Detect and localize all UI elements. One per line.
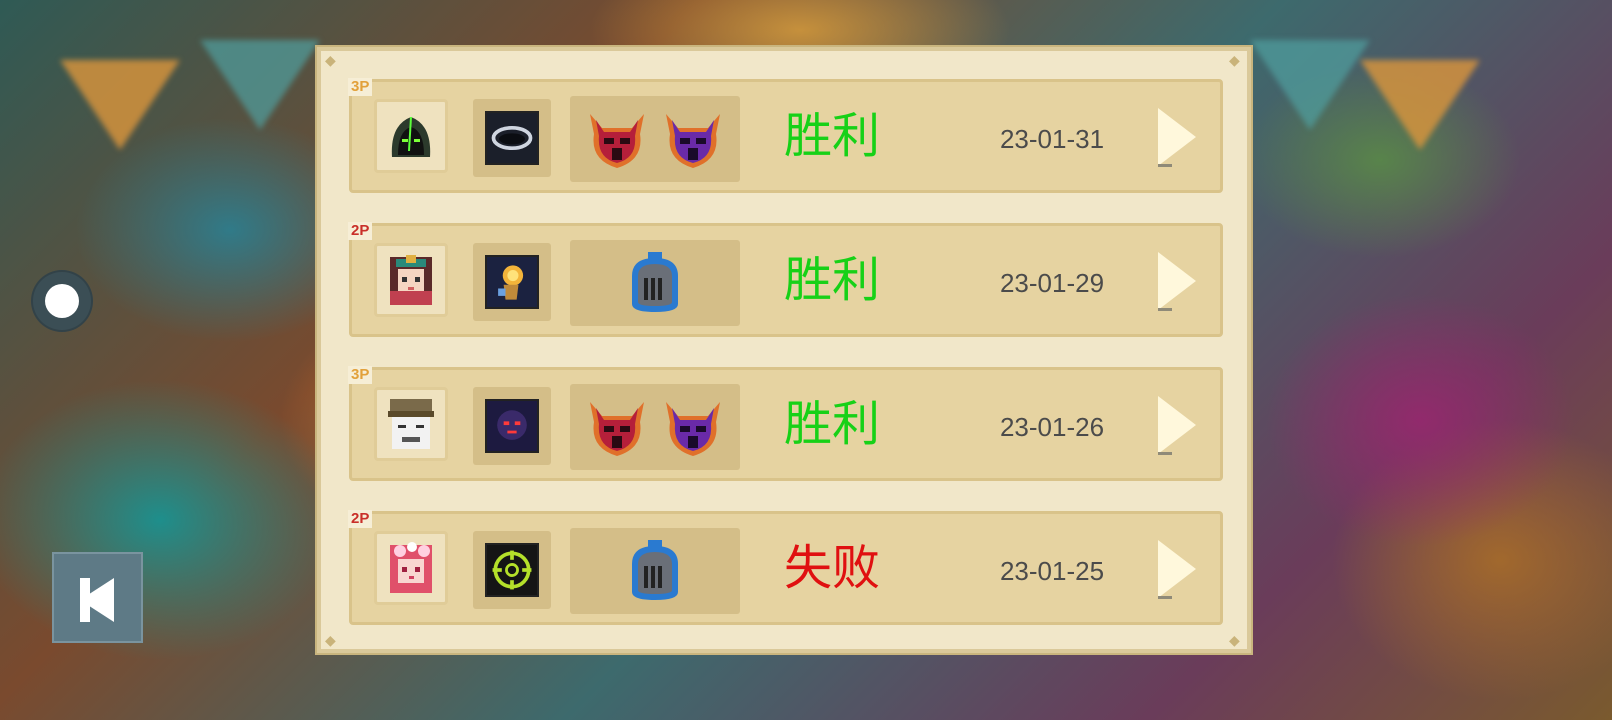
weapon-slot xyxy=(473,243,551,321)
match-record-row[interactable]: 2P 失败 23-01-25 xyxy=(348,510,1223,625)
blue-knight-helmet-icon xyxy=(632,540,678,600)
weapon-slot xyxy=(473,387,551,465)
toggle-dot-icon xyxy=(45,284,79,318)
match-date: 23-01-31 xyxy=(999,124,1105,154)
corner-ornament-icon: ◆ xyxy=(1229,52,1240,68)
boss-slot xyxy=(570,96,740,182)
purple-demon-helmet-icon xyxy=(666,114,720,168)
corner-ornament-icon: ◆ xyxy=(1229,632,1240,648)
hero-slot xyxy=(374,99,448,173)
view-detail-button[interactable] xyxy=(1158,108,1198,168)
blue-knight-helmet-icon xyxy=(632,252,678,312)
golden-torch-hand-icon xyxy=(485,255,539,309)
chevron-right-icon xyxy=(1158,252,1196,310)
player-count-badge: 3P xyxy=(348,78,373,96)
match-result: 失败 xyxy=(783,540,880,596)
match-record-row[interactable]: 2P 胜利 23-01-29 xyxy=(348,222,1223,337)
hero-slot xyxy=(374,243,448,317)
view-detail-button[interactable] xyxy=(1158,540,1198,600)
corner-ornament-icon: ◆ xyxy=(325,632,336,648)
view-detail-button[interactable] xyxy=(1158,252,1198,312)
red-demon-helmet-icon xyxy=(590,114,644,168)
weapon-slot xyxy=(473,99,551,177)
back-arrow-icon xyxy=(80,578,114,622)
boss-slot xyxy=(570,240,740,326)
match-date: 23-01-26 xyxy=(999,412,1105,442)
meme-face-hat-icon xyxy=(388,399,434,449)
player-count-badge: 2P xyxy=(348,510,373,528)
dark-ring-blade-icon xyxy=(485,111,539,165)
hero-slot xyxy=(374,387,448,461)
pink-flower-girl-icon xyxy=(390,542,432,593)
view-detail-button[interactable] xyxy=(1158,396,1198,456)
weapon-slot xyxy=(473,531,551,609)
corner-ornament-icon: ◆ xyxy=(325,52,336,68)
player-count-badge: 3P xyxy=(348,366,373,384)
priestess-girl-icon xyxy=(390,255,432,305)
chevron-right-icon xyxy=(1158,108,1196,166)
chevron-right-icon xyxy=(1158,540,1196,598)
boss-slot xyxy=(570,528,740,614)
match-record-row[interactable]: 3P 胜利 23-01-31 xyxy=(348,78,1223,193)
chevron-right-icon xyxy=(1158,396,1196,454)
red-demon-helmet-icon xyxy=(590,402,644,456)
match-date: 23-01-29 xyxy=(999,268,1105,298)
match-history-panel: ◆ ◆ ◆ ◆ 3P 胜利 23-01-31 2P 胜利 23-01-29 3P… xyxy=(317,47,1251,653)
match-date: 23-01-25 xyxy=(999,556,1105,586)
red-eye-creature-icon xyxy=(485,399,539,453)
purple-demon-helmet-icon xyxy=(666,402,720,456)
match-result: 胜利 xyxy=(783,108,880,164)
back-button[interactable] xyxy=(52,552,143,643)
match-record-row[interactable]: 3P 胜利 23-01-26 xyxy=(348,366,1223,481)
match-result: 胜利 xyxy=(783,252,880,308)
match-result: 胜利 xyxy=(783,396,880,452)
hero-slot xyxy=(374,531,448,605)
side-toggle-button[interactable] xyxy=(31,270,93,332)
hooded-assassin-icon xyxy=(391,116,431,157)
player-count-badge: 2P xyxy=(348,222,373,240)
green-target-scope-icon xyxy=(485,543,539,597)
boss-slot xyxy=(570,384,740,470)
